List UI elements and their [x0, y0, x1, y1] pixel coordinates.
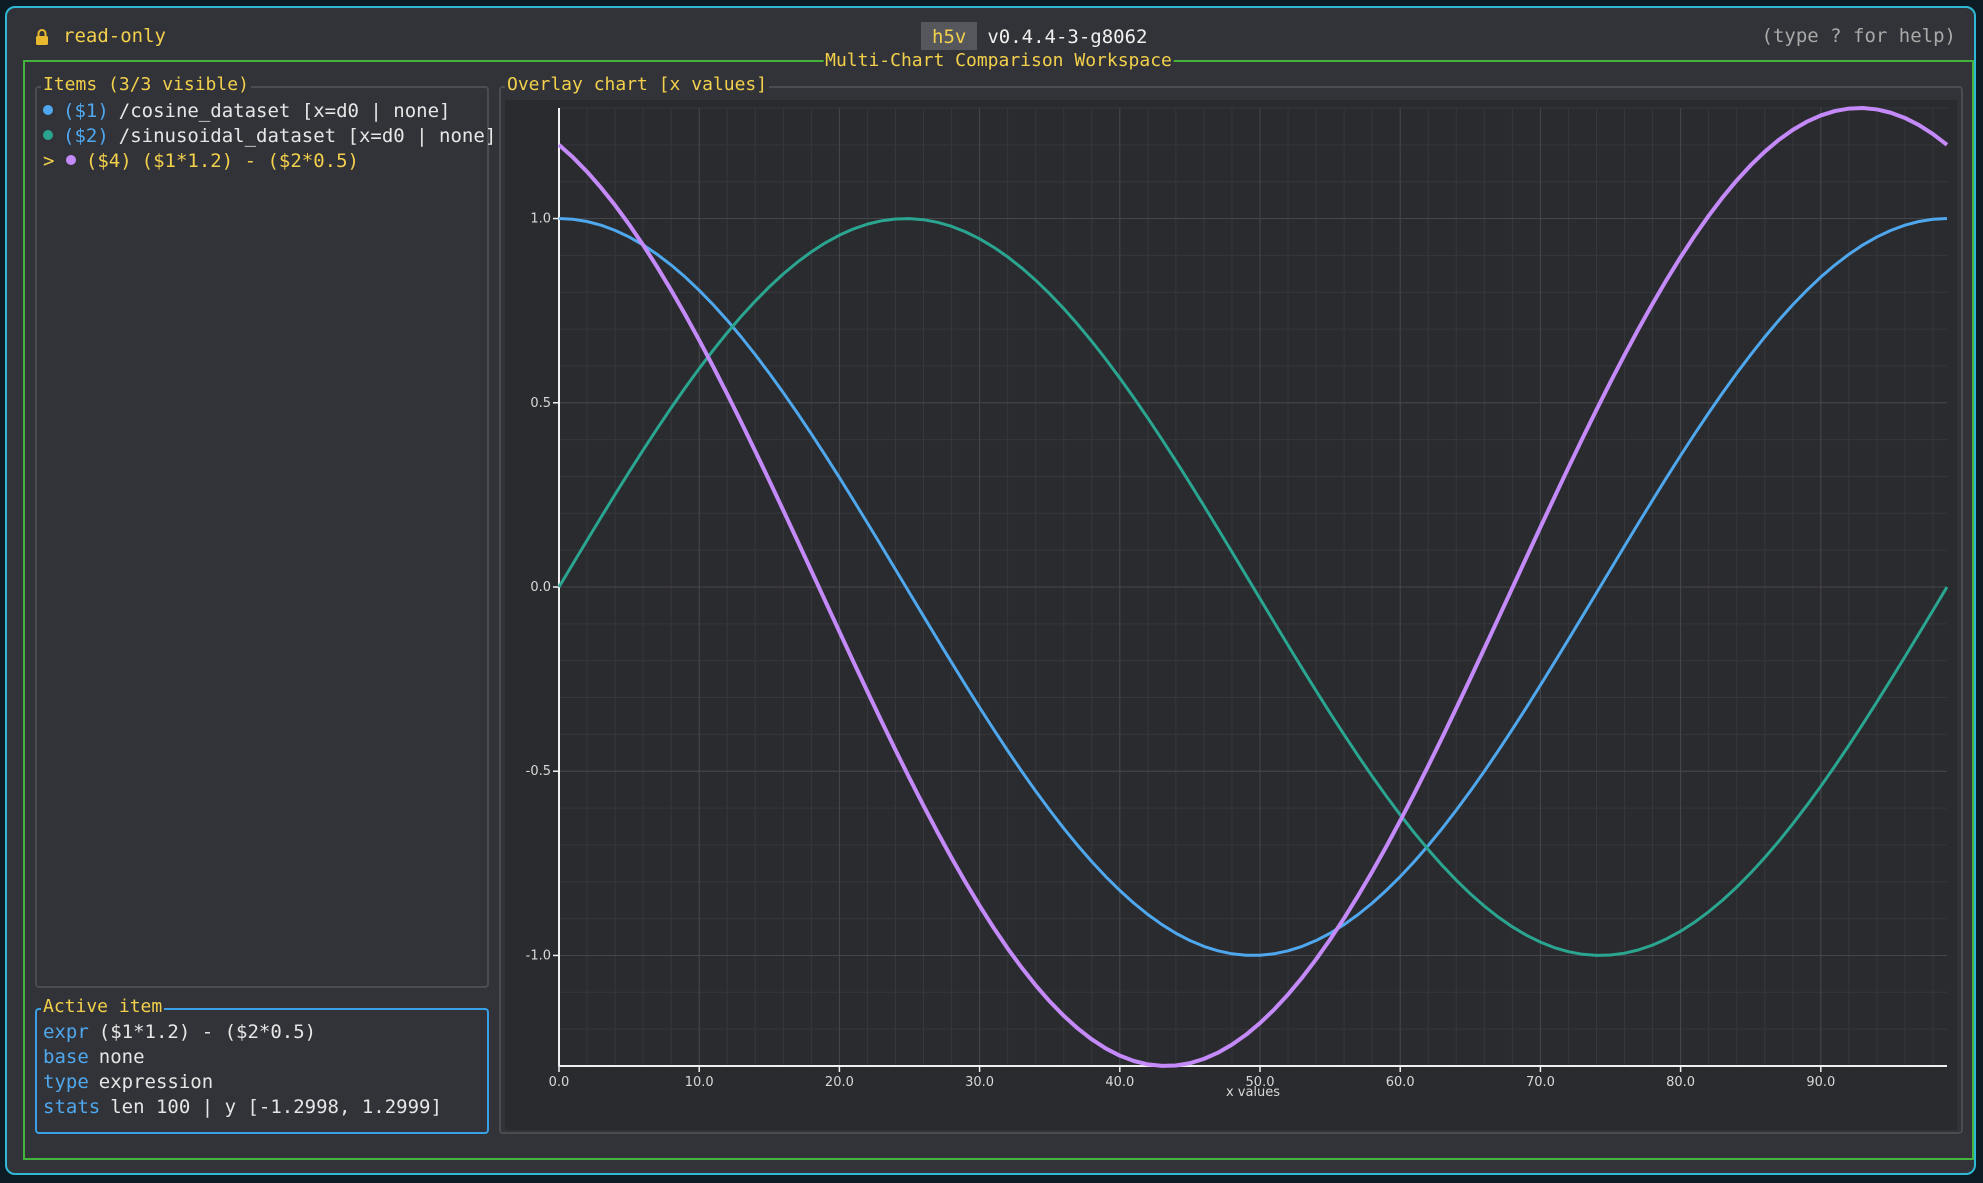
- active-item-row: type expression: [43, 1071, 213, 1093]
- top-bar: read-only h5v v0.4.4-3-g8062 (type ? for …: [25, 22, 1956, 52]
- y-tick-label: 1.0: [530, 212, 551, 227]
- list-item[interactable]: ($1) /cosine_dataset [x=d0 | none]: [43, 100, 451, 122]
- chart-background: [505, 100, 1957, 1130]
- active-item-panel: Active item expr ($1*1.2) - ($2*0.5) base n…: [35, 996, 489, 1134]
- selection-marker: >: [43, 150, 66, 172]
- app-title: h5v v0.4.4-3-g8062: [921, 22, 1147, 52]
- active-item-value: expression: [98, 1071, 214, 1093]
- series-color-dot-icon: [43, 130, 53, 140]
- y-tick-label: 0.5: [530, 396, 551, 411]
- workspace: Multi-Chart Comparison Workspace Items (…: [23, 50, 1974, 1160]
- x-axis-label: x values: [1226, 1085, 1280, 1100]
- item-label: ($1*1.2) - ($2*0.5): [141, 150, 359, 172]
- active-item-value: none: [98, 1046, 145, 1068]
- items-panel: Items (3/3 visible) ($1) /cosine_dataset …: [35, 74, 496, 988]
- workspace-title: Multi-Chart Comparison Workspace: [823, 50, 1174, 71]
- active-item-row: base none: [43, 1046, 145, 1068]
- active-item-row: stats len 100 | y [-1.2998, 1.2999]: [43, 1096, 442, 1118]
- x-tick-label: 10.0: [685, 1075, 714, 1090]
- app-name-badge: h5v: [921, 22, 978, 52]
- x-tick-label: 80.0: [1666, 1075, 1695, 1090]
- item-label: /cosine_dataset [x=d0 | none]: [118, 100, 451, 122]
- list-item[interactable]: ($2) /sinusoidal_dataset [x=d0 | none]: [43, 125, 496, 147]
- series-color-dot-icon: [65, 155, 76, 165]
- lock-icon: [36, 29, 48, 45]
- x-tick-label: 60.0: [1386, 1075, 1415, 1090]
- version-label: v0.4.4-3-g8062: [987, 26, 1148, 48]
- item-id: ($4): [85, 150, 132, 172]
- help-hint: (type ? for help): [1761, 25, 1956, 47]
- chart-panel: Overlay chart [x values] 0.0 10.0 20.0 30.0…: [499, 74, 1963, 1134]
- active-item-row: expr ($1*1.2) - ($2*0.5): [43, 1021, 316, 1043]
- chart-panel-title: Overlay chart [x values]: [505, 74, 770, 95]
- item-id: ($1): [63, 100, 109, 122]
- item-label: /sinusoidal_dataset [x=d0 | none]: [118, 125, 497, 147]
- overlay-chart[interactable]: 0.0 10.0 20.0 30.0 40.0 50.0 60.0 70.0 80.0 90.01…: [505, 100, 1957, 1130]
- read-only-label: read-only: [63, 25, 166, 47]
- active-item-title: Active item: [41, 996, 165, 1017]
- active-item-key: expr: [43, 1021, 89, 1043]
- active-item-key: base: [43, 1046, 89, 1068]
- x-tick-label: 40.0: [1105, 1075, 1134, 1090]
- x-tick-label: 20.0: [825, 1075, 854, 1090]
- x-tick-label: 90.0: [1806, 1075, 1835, 1090]
- item-id: ($2): [63, 125, 109, 147]
- y-tick-label: 0.0: [530, 580, 551, 595]
- items-panel-title: Items (3/3 visible): [41, 74, 251, 95]
- list-item[interactable]: > ($4) ($1*1.2) - ($2*0.5): [43, 150, 359, 172]
- y-tick-label: -0.5: [526, 764, 551, 779]
- active-item-key: stats: [43, 1096, 101, 1118]
- app-window: read-only h5v v0.4.4-3-g8062 (type ? for …: [5, 6, 1976, 1175]
- series-color-dot-icon: [43, 105, 53, 115]
- active-item-value: ($1*1.2) - ($2*0.5): [98, 1021, 317, 1043]
- x-tick-label: 70.0: [1526, 1075, 1555, 1090]
- y-tick-label: -1.0: [526, 948, 551, 963]
- x-tick-label: 0.0: [549, 1075, 570, 1090]
- x-tick-label: 30.0: [965, 1075, 994, 1090]
- active-item-key: type: [43, 1071, 89, 1093]
- active-item-value: len 100 | y [-1.2998, 1.2999]: [110, 1096, 442, 1118]
